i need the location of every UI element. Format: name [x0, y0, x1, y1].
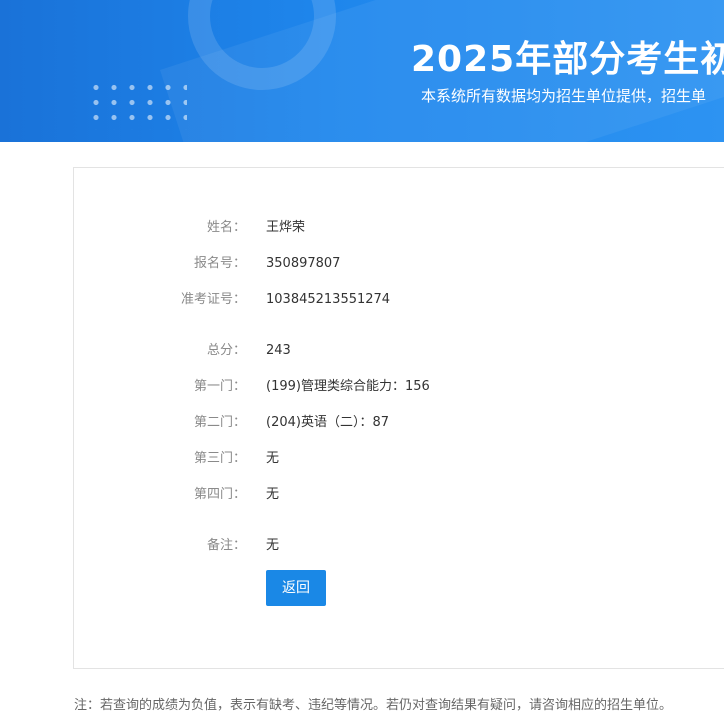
registration-number-value: 350897807: [266, 256, 341, 271]
admission-ticket-label: 准考证号：: [180, 292, 246, 307]
subject-1-label: 第一门：: [193, 379, 246, 394]
banner-decoration-dots: [87, 80, 187, 130]
remarks-label: 备注：: [206, 538, 246, 553]
subject-4-value: 无: [266, 487, 280, 502]
total-score-label: 总分：: [206, 343, 246, 358]
registration-number-label: 报名号：: [193, 256, 246, 271]
page-title: 2025年部分考生初: [411, 39, 724, 80]
admission-ticket-value: 103845213551274: [266, 292, 391, 307]
subject-2-label: 第二门：: [193, 415, 246, 430]
header-banner: 2025年部分考生初 本系统所有数据均为招生单位提供，招生单: [0, 0, 724, 142]
remarks-value: 无: [266, 538, 280, 553]
score-result-card: 姓名： 王烨荣 报名号： 350897807 准考证号： 10384521355…: [73, 167, 724, 669]
subject-4-label: 第四门：: [193, 487, 246, 502]
subject-3-value: 无: [266, 451, 280, 466]
subject-3-label: 第三门：: [193, 451, 246, 466]
total-score-value: 243: [266, 343, 291, 358]
name-value: 王烨荣: [266, 220, 306, 235]
page-subtitle: 本系统所有数据均为招生单位提供，招生单: [421, 87, 707, 105]
footer-note: 注：若查询的成绩为负值，表示有缺考、违纪等情况。若仍对查询结果有疑问，请咨询相应…: [74, 698, 673, 713]
subject-1-value: (199)管理类综合能力：156: [266, 379, 430, 394]
back-button[interactable]: 返回: [266, 570, 326, 606]
name-label: 姓名：: [206, 220, 246, 235]
subject-2-value: (204)英语（二）：87: [266, 415, 389, 430]
